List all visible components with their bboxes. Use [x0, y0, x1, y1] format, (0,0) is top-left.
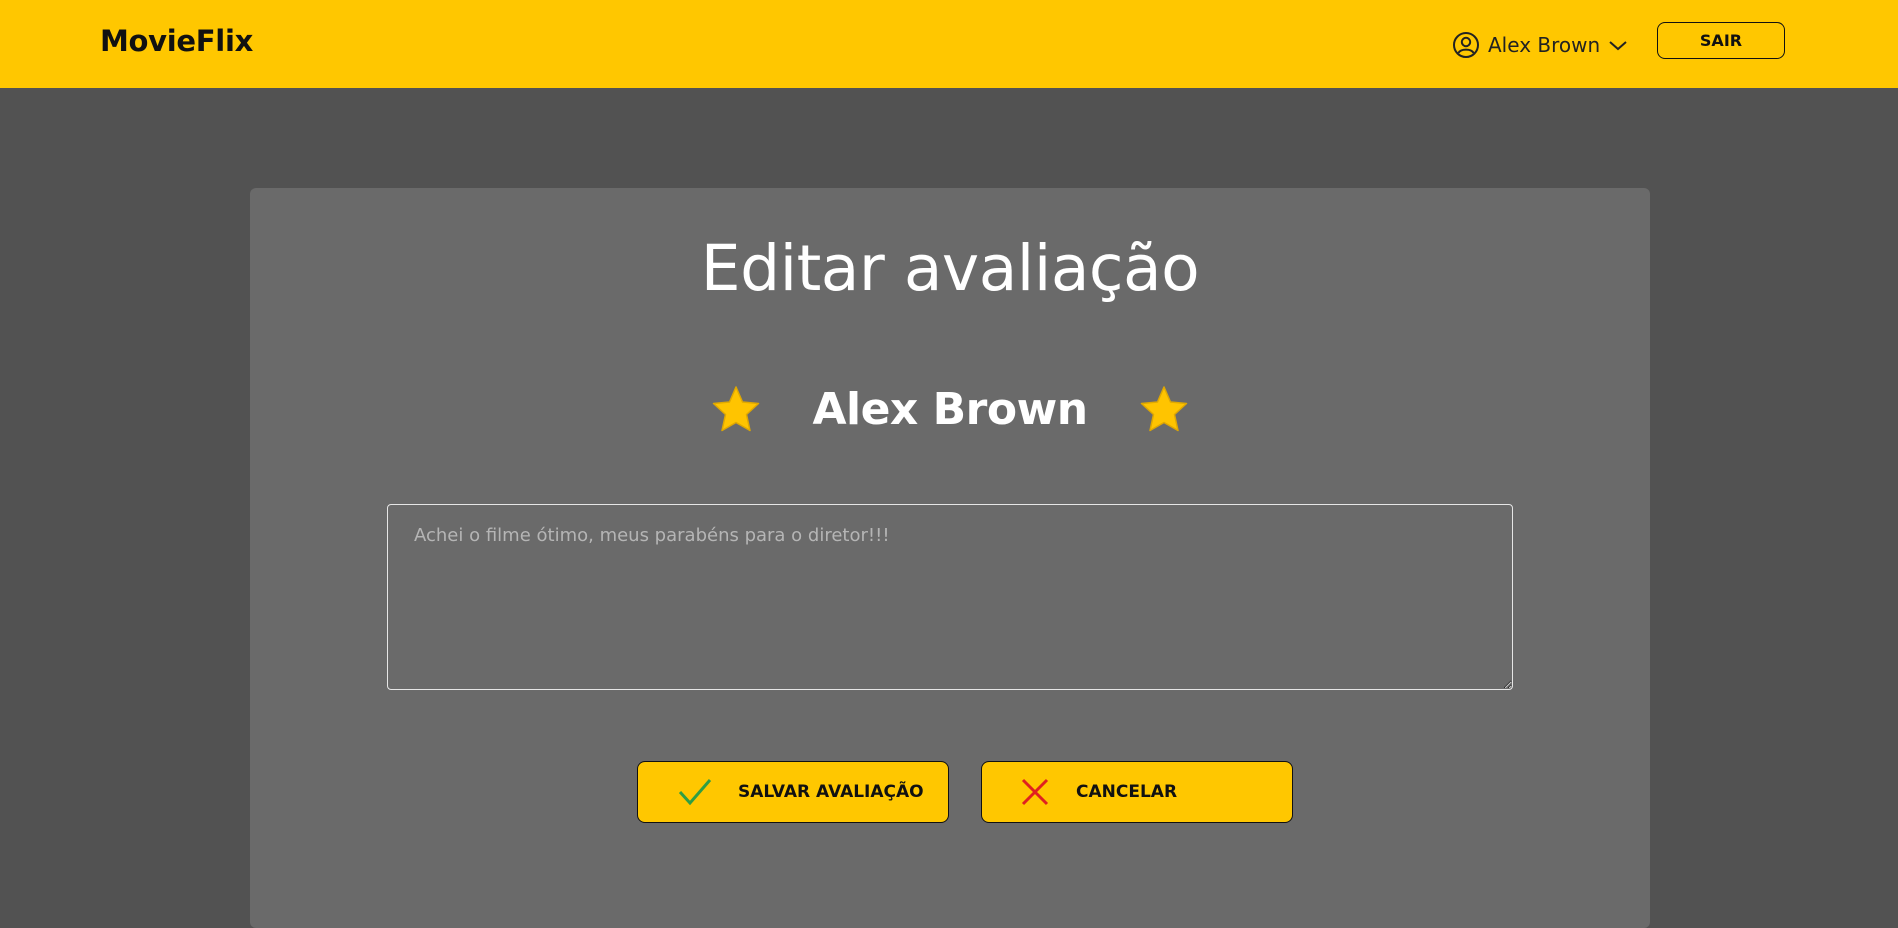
- save-review-button[interactable]: SALVAR AVALIAÇÃO: [637, 761, 949, 823]
- star-icon: [710, 385, 762, 435]
- close-icon: [1020, 778, 1050, 806]
- user-circle-icon: [1452, 31, 1480, 59]
- check-icon: [678, 778, 712, 806]
- cancel-label: CANCELAR: [1076, 782, 1178, 802]
- cancel-button[interactable]: CANCELAR: [981, 761, 1293, 823]
- reviewer-name: Alex Brown: [812, 384, 1088, 435]
- reviewer-row: Alex Brown: [250, 384, 1650, 435]
- star-icon: [1138, 385, 1190, 435]
- review-textarea[interactable]: [387, 504, 1513, 690]
- logout-button[interactable]: SAIR: [1657, 22, 1785, 59]
- save-review-label: SALVAR AVALIAÇÃO: [738, 782, 924, 802]
- page-title: Editar avaliação: [700, 232, 1200, 305]
- review-edit-card: Editar avaliação Alex Brown SALVAR AVALI…: [250, 188, 1650, 928]
- user-menu[interactable]: Alex Brown: [1452, 28, 1628, 62]
- top-navbar: MovieFlix Alex Brown SAIR: [0, 0, 1898, 88]
- user-name: Alex Brown: [1488, 33, 1601, 57]
- chevron-down-icon[interactable]: [1608, 38, 1628, 52]
- brand-logo[interactable]: MovieFlix: [100, 24, 253, 58]
